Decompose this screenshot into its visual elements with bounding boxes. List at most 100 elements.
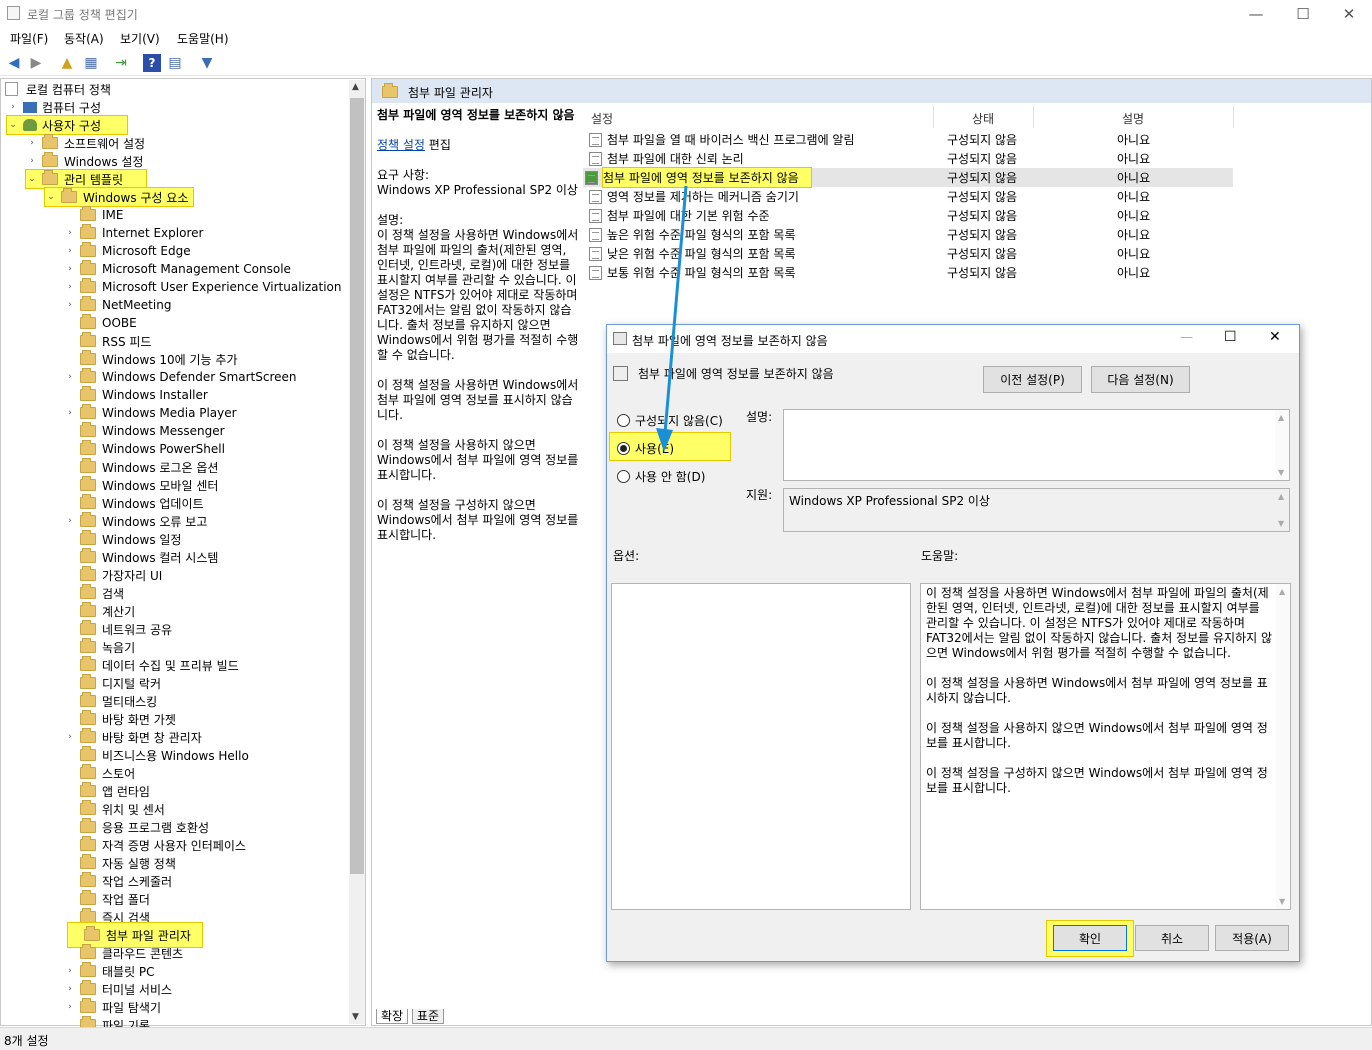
expand-chevron-icon[interactable]: ›	[64, 516, 76, 526]
dialog-minimize-button[interactable]: —	[1180, 330, 1193, 345]
tree-item[interactable]: 가장자리 UI	[64, 566, 162, 584]
show-hide-tree-icon[interactable]: ▦	[82, 54, 100, 72]
expand-chevron-icon[interactable]: ›	[64, 282, 76, 292]
tree-item[interactable]: Windows PowerShell	[64, 440, 225, 458]
tree-item[interactable]: › Windows 오류 보고	[64, 512, 207, 530]
tree-item[interactable]: Windows 컬러 시스템	[64, 548, 218, 566]
tree-item[interactable]: › 터미널 서비스	[64, 980, 172, 998]
up-folder-icon[interactable]: ▲	[58, 54, 76, 72]
expand-chevron-icon[interactable]: ›	[64, 372, 76, 382]
help-icon[interactable]: ?	[143, 54, 161, 72]
table-row[interactable]: 영역 정보를 제거하는 메커니즘 숨기기 구성되지 않음 아니요	[583, 187, 1233, 206]
tree-item[interactable]: 자동 실행 정책	[64, 854, 176, 872]
next-setting-button[interactable]: 다음 설정(N)	[1091, 366, 1190, 393]
radio-disabled[interactable]: 사용 안 함(D)	[617, 468, 705, 485]
tree-scroll-thumb[interactable]	[350, 98, 364, 874]
back-icon[interactable]: ◀	[5, 54, 23, 72]
table-row[interactable]: 첨부 파일에 대한 신뢰 논리 구성되지 않음 아니요	[583, 149, 1233, 168]
tree-item[interactable]: 클라우드 콘텐츠	[64, 944, 183, 962]
tree-admin-templates[interactable]: ⌄ 관리 템플릿	[25, 169, 147, 189]
tree-item[interactable]: › Microsoft Management Console	[64, 260, 291, 278]
tree-item[interactable]: 멀티태스킹	[64, 692, 157, 710]
cancel-button[interactable]: 취소	[1135, 925, 1209, 951]
dialog-maximize-button[interactable]: ☐	[1224, 329, 1237, 345]
menu-view[interactable]: 보기(V)	[120, 30, 160, 47]
tree-item[interactable]: Windows 모바일 센터	[64, 476, 218, 494]
tree-item[interactable]: 네트워크 공유	[64, 620, 172, 638]
table-row[interactable]: 첨부 파일에 대한 기본 위험 수준 구성되지 않음 아니요	[583, 206, 1233, 225]
tree-item[interactable]: › Internet Explorer	[64, 224, 203, 242]
table-row[interactable]: 첨부 파일을 열 때 바이러스 백신 프로그램에 알림 구성되지 않음 아니요	[583, 130, 1233, 149]
tree-item[interactable]: Windows 로그온 옵션	[64, 458, 218, 476]
tree-computer-config[interactable]: › 컴퓨터 구성	[7, 98, 101, 116]
expand-chevron-icon[interactable]: ›	[64, 1002, 76, 1012]
tree-item[interactable]: › NetMeeting	[64, 296, 171, 314]
expand-chevron-icon[interactable]: ›	[64, 228, 76, 238]
apply-button[interactable]: 적용(A)	[1215, 925, 1289, 951]
tree-user-config[interactable]: ⌄ 사용자 구성	[6, 115, 128, 135]
filter-icon[interactable]: ▼	[198, 54, 216, 72]
properties-icon[interactable]: ▤	[166, 54, 184, 72]
tree-item[interactable]: › Windows Defender SmartScreen	[64, 368, 297, 386]
tree-item[interactable]: 데이터 수집 및 프리뷰 빌드	[64, 656, 239, 674]
tab-standard[interactable]: 표준	[411, 1009, 445, 1024]
table-row[interactable]: 높은 위험 수준 파일 형식의 포함 목록 구성되지 않음 아니요	[583, 225, 1233, 244]
tree-root[interactable]: 로컬 컴퓨터 정책	[5, 80, 111, 98]
tree-item[interactable]: Windows 일정	[64, 530, 181, 548]
tab-extended[interactable]: 확장	[376, 1009, 409, 1024]
col-comment[interactable]: 설명	[1122, 110, 1144, 127]
tree-item[interactable]: 응용 프로그램 호환성	[64, 818, 209, 836]
forward-icon[interactable]: ▶	[27, 54, 45, 72]
menu-file[interactable]: 파일(F)	[10, 30, 48, 47]
col-state[interactable]: 상태	[972, 110, 994, 127]
table-row[interactable]: 첨부 파일에 영역 정보를 보존하지 않음 구성되지 않음 아니요	[583, 167, 1233, 188]
tree-windows-components[interactable]: ⌄ Windows 구성 요소	[44, 187, 194, 207]
tree-item[interactable]: 검색	[64, 584, 124, 602]
tree-item[interactable]: › Windows Media Player	[64, 404, 237, 422]
tree-item[interactable]: › Microsoft User Experience Virtualizatio…	[64, 278, 342, 296]
tree-software-settings[interactable]: › 소프트웨어 설정	[26, 134, 145, 152]
radio-not-configured[interactable]: 구성되지 않음(C)	[617, 412, 723, 429]
tree-item[interactable]: 스토어	[64, 764, 135, 782]
tree-item[interactable]: Windows 업데이트	[64, 494, 204, 512]
scroll-up-icon[interactable]: ▲	[352, 82, 359, 92]
menu-action[interactable]: 동작(A)	[64, 30, 104, 47]
expand-chevron-icon[interactable]: ›	[64, 966, 76, 976]
comment-scrollbar[interactable]: ▲ ▼	[1275, 410, 1289, 480]
tree-item[interactable]: 녹음기	[64, 638, 135, 656]
radio-enabled[interactable]: 사용(E)	[617, 440, 674, 457]
tree-item[interactable]: › 바탕 화면 창 관리자	[64, 728, 202, 746]
col-setting[interactable]: 설정	[591, 110, 613, 127]
tree-item[interactable]: Windows Installer	[64, 386, 208, 404]
tree-item[interactable]: IME	[64, 206, 123, 224]
tree-item[interactable]: 앱 런타임	[64, 782, 150, 800]
expand-chevron-icon[interactable]: ›	[64, 246, 76, 256]
tree-item[interactable]: 바탕 화면 가젯	[64, 710, 176, 728]
tree-item[interactable]: › 태블릿 PC	[64, 962, 155, 980]
comment-textarea[interactable]: ▲ ▼	[783, 409, 1290, 481]
tree-item[interactable]: 계산기	[64, 602, 135, 620]
tree-windows-settings[interactable]: › Windows 설정	[26, 152, 143, 170]
tree-item[interactable]: 위치 및 센서	[64, 800, 165, 818]
tree-item[interactable]: OOBE	[64, 314, 137, 332]
ok-button[interactable]: 확인	[1053, 925, 1127, 951]
scroll-down-icon[interactable]: ▼	[352, 1012, 359, 1022]
expand-chevron-icon[interactable]: ›	[64, 264, 76, 274]
expand-chevron-icon[interactable]: ›	[64, 984, 76, 994]
tree-item[interactable]: 디지털 락커	[64, 674, 161, 692]
prev-setting-button[interactable]: 이전 설정(P)	[983, 366, 1082, 393]
close-button[interactable]: ✕	[1326, 0, 1372, 27]
support-scrollbar[interactable]: ▲ ▼	[1275, 489, 1289, 531]
tree-item[interactable]: 작업 스케줄러	[64, 872, 172, 890]
tree-item[interactable]: Windows Messenger	[64, 422, 225, 440]
tree-item[interactable]: › 파일 탐색기	[64, 998, 161, 1016]
table-row[interactable]: 보통 위험 수준 파일 형식의 포함 목록 구성되지 않음 아니요	[583, 263, 1233, 282]
tree-item[interactable]: 자격 증명 사용자 인터페이스	[64, 836, 246, 854]
menu-help[interactable]: 도움말(H)	[177, 30, 229, 47]
policy-setting-link[interactable]: 정책 설정	[377, 138, 425, 152]
expand-chevron-icon[interactable]: ›	[64, 408, 76, 418]
tree-item[interactable]: RSS 피드	[64, 332, 151, 350]
export-list-icon[interactable]: ⇥	[112, 54, 130, 72]
expand-chevron-icon[interactable]: ›	[64, 732, 76, 742]
tree-item[interactable]: 작업 폴더	[64, 890, 150, 908]
